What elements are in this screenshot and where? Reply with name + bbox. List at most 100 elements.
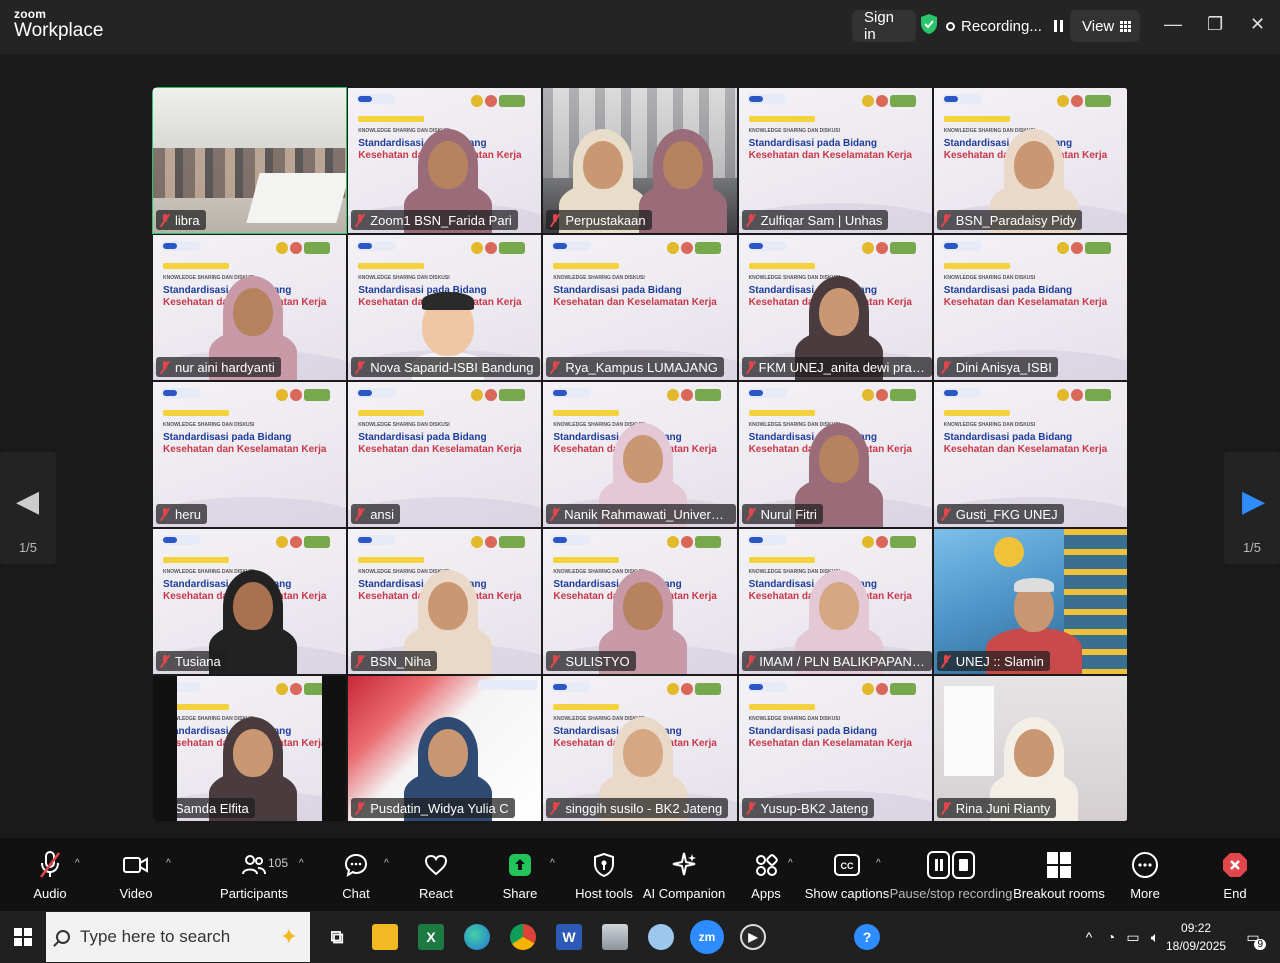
participant-tile[interactable]: KNOWLEDGE SHARING DAN DISKUSI Standardisa… [932,381,1128,528]
participant-tile[interactable]: KNOWLEDGE SHARING DAN DISKUSI Standardisa… [737,234,933,381]
excel-icon[interactable]: X [418,924,444,950]
participant-tile[interactable]: KNOWLEDGE SHARING DAN DISKUSI Standardisa… [737,675,933,822]
audio-button[interactable]: Audio [30,838,70,911]
breakout-rooms-button[interactable]: Breakout rooms [1013,838,1105,911]
participant-name-tag: Tusiana [156,651,227,671]
participant-tile[interactable]: KNOWLEDGE SHARING DAN DISKUSI Standardisa… [932,87,1128,234]
mic-muted-icon [160,213,170,227]
view-button[interactable]: View [1070,10,1140,42]
participant-tile[interactable]: Perpustakaan [542,87,738,234]
audio-options-caret-icon[interactable]: ^ [75,858,80,869]
participant-tile[interactable]: KNOWLEDGE SHARING DAN DISKUSI Standardisa… [542,675,738,822]
participant-tile[interactable]: KNOWLEDGE SHARING DAN DISKUSI Standardisa… [152,381,348,528]
restore-icon[interactable]: ❐ [1207,14,1223,35]
participant-tile[interactable]: Pusdatin_Widya Yulia C [347,675,543,822]
taskbar-clock[interactable]: 09:22 18/09/2025 [1166,919,1226,955]
participant-name-tag: singgih susilo - BK2 Jateng [546,798,729,818]
participant-name-tag: UNEJ :: Slamin [936,651,1050,671]
bsn-logo-icon [746,682,787,692]
share-options-caret-icon[interactable]: ^ [550,858,555,869]
captions-options-caret-icon[interactable]: ^ [876,858,881,869]
sign-in-button[interactable]: Sign in [852,9,916,43]
media-player-icon[interactable]: ▶ [740,924,766,950]
encryption-shield-icon[interactable] [920,13,938,35]
volume-icon[interactable]: 🔈︎ [1142,924,1168,950]
next-page-button[interactable]: ▶ 1/5 [1224,452,1280,564]
participants-button[interactable]: Participants [220,838,288,911]
participant-name: UNEJ :: Slamin [955,653,1044,669]
participant-tile[interactable]: KNOWLEDGE SHARING DAN DISKUSI Standardisa… [542,528,738,675]
chrome-icon[interactable] [510,924,536,950]
share-button[interactable]: Share [500,838,540,911]
mic-muted-icon [355,654,365,668]
participant-tile[interactable]: KNOWLEDGE SHARING DAN DISKUSI Standardisa… [737,87,933,234]
chat-options-caret-icon[interactable]: ^ [384,858,389,869]
pause-recording-icon[interactable] [1053,20,1063,32]
task-view-icon[interactable]: ⧉ [324,924,350,950]
more-button[interactable]: More [1125,838,1165,911]
sponsor-logos-icon [666,241,727,254]
file-explorer-icon[interactable] [372,924,398,950]
ai-companion-button[interactable]: AI Companion [643,838,725,911]
host-tools-button[interactable]: Host tools [574,838,634,911]
edge-icon[interactable] [464,924,490,950]
end-meeting-button[interactable]: End [1216,838,1254,911]
participant-tile[interactable]: KNOWLEDGE SHARING DAN DISKUSI Standardisa… [542,234,738,381]
slide-title-secondary: Kesehatan dan Keselamatan Kerja [553,297,717,308]
mic-muted-icon [941,801,951,815]
chat-button[interactable]: Chat [336,838,376,911]
mic-muted-icon [746,213,756,227]
participant-tile[interactable]: KNOWLEDGE SHARING DAN DISKUSI Standardisa… [152,234,348,381]
participant-tile[interactable]: UNEJ :: Slamin [932,528,1128,675]
mic-muted-icon [550,213,560,227]
bsn-logo-icon [941,388,982,398]
participant-tile[interactable]: KNOWLEDGE SHARING DAN DISKUSI Standardisa… [932,234,1128,381]
participant-name-tag: IMAM / PLN BALIKPAPAN SEL... [741,651,932,671]
notifications-icon[interactable]: ▭ 9 [1240,924,1266,950]
participant-tile[interactable]: KNOWLEDGE SHARING DAN DISKUSI Standardisa… [347,528,543,675]
participant-tile[interactable]: KNOWLEDGE SHARING DAN DISKUSI Standardisa… [737,381,933,528]
participant-tile[interactable]: KNOWLEDGE SHARING DAN DISKUSI Standardisa… [347,381,543,528]
mascot-app-icon[interactable] [648,924,674,950]
participant-tile[interactable]: KNOWLEDGE SHARING DAN DISKUSI Standardisa… [542,381,738,528]
sponsor-logos-icon [861,388,922,401]
show-captions-button[interactable]: CC Show captions [805,838,889,911]
notification-count: 9 [1254,939,1266,950]
participant-tile[interactable]: KNOWLEDGE SHARING DAN DISKUSI Standardisa… [737,528,933,675]
zoom-app-icon[interactable]: zm [690,920,724,954]
participants-options-caret-icon[interactable]: ^ [299,858,304,869]
participant-tile[interactable]: libra [152,87,348,234]
storage-app-icon[interactable] [602,924,628,950]
slide-subtitle: KNOWLEDGE SHARING DAN DISKUSI [163,422,255,428]
participant-name-tag: nur aini hardyanti [156,357,281,377]
recording-indicator[interactable]: Recording... [946,10,1084,42]
previous-page-button[interactable]: ◀ 1/5 [0,452,56,564]
video-options-caret-icon[interactable]: ^ [166,858,171,869]
more-icon [1132,850,1158,880]
recording-dot-icon [946,21,955,31]
react-button[interactable]: React [414,838,458,911]
pause-stop-recording-button[interactable]: Pause/stop recording [890,838,1012,911]
minimize-icon[interactable]: — [1164,14,1182,35]
participant-name-tag: Nurul Fitri [741,504,823,524]
participant-tile[interactable]: KNOWLEDGE SHARING DAN DISKUSI Standardisa… [152,675,348,822]
slide-title-secondary: Kesehatan dan Keselamatan Kerja [748,150,912,161]
page-indicator-right: 1/5 [1242,540,1262,555]
close-icon[interactable]: ✕ [1250,14,1265,35]
taskbar-search-input[interactable]: Type here to search ✦ [46,912,310,962]
participant-name-tag: Rina Juni Rianty [936,798,1057,818]
windows-start-icon[interactable] [10,924,36,950]
participant-tile[interactable]: KNOWLEDGE SHARING DAN DISKUSI Standardisa… [152,528,348,675]
help-icon[interactable]: ? [854,924,880,950]
show-captions-label: Show captions [804,886,890,901]
slide-subtitle: KNOWLEDGE SHARING DAN DISKUSI [748,716,840,722]
apps-button[interactable]: Apps [748,838,784,911]
mic-muted-icon [160,360,170,374]
sponsor-logos-icon [861,241,922,254]
participant-tile[interactable]: KNOWLEDGE SHARING DAN DISKUSI Standardisa… [347,87,543,234]
participant-tile[interactable]: Rina Juni Rianty [932,675,1128,822]
participant-tile[interactable]: KNOWLEDGE SHARING DAN DISKUSI Standardisa… [347,234,543,381]
apps-options-caret-icon[interactable]: ^ [788,858,793,869]
word-icon[interactable]: W [556,924,582,950]
video-button[interactable]: Video [116,838,156,911]
